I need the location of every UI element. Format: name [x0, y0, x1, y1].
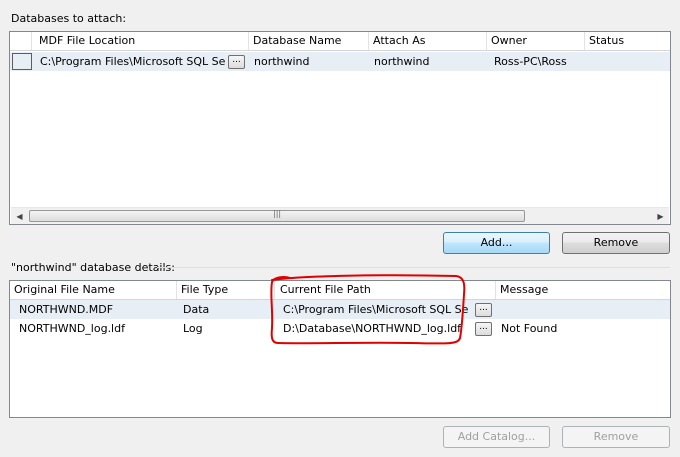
- red-annotation-circle: [270, 274, 466, 345]
- col-database-name[interactable]: Database Name: [249, 32, 369, 50]
- databases-to-attach-label: Databases to attach:: [11, 12, 127, 25]
- browse-path-button[interactable]: ...: [475, 303, 492, 317]
- remove-catalog-button[interactable]: Remove: [562, 426, 670, 448]
- cell-message: Not Found: [501, 322, 558, 335]
- cell-status: [586, 52, 670, 71]
- col-original-file-name[interactable]: Original File Name: [10, 281, 177, 299]
- table-row[interactable]: C:\Program Files\Microsoft SQL Ser... ..…: [10, 52, 670, 71]
- browse-path-button[interactable]: ...: [475, 322, 492, 336]
- section-separator: [157, 267, 670, 268]
- remove-button[interactable]: Remove: [562, 232, 670, 254]
- scroll-left-arrow-icon[interactable]: ◀: [11, 208, 28, 224]
- cell-original-file-name[interactable]: NORTHWND.MDF: [15, 300, 175, 319]
- database-details-label: "northwind" database details:: [11, 261, 175, 274]
- col-owner[interactable]: Owner: [487, 32, 585, 50]
- browse-mdf-button[interactable]: ...: [228, 55, 245, 69]
- databases-grid[interactable]: MDF File Location Database Name Attach A…: [9, 31, 671, 225]
- cell-database-name[interactable]: northwind: [250, 52, 368, 71]
- cell-mdf-location[interactable]: C:\Program Files\Microsoft SQL Ser...: [36, 52, 226, 71]
- add-catalog-button[interactable]: Add Catalog...: [443, 426, 550, 448]
- cell-attach-as[interactable]: northwind: [370, 52, 486, 71]
- add-button[interactable]: Add...: [443, 232, 550, 254]
- scroll-right-arrow-icon[interactable]: ▶: [652, 208, 669, 224]
- col-message[interactable]: Message: [496, 281, 670, 299]
- col-mdf-file-location[interactable]: MDF File Location: [32, 32, 249, 50]
- row-selector[interactable]: [12, 53, 32, 70]
- databases-grid-header: MDF File Location Database Name Attach A…: [10, 32, 670, 51]
- grip-icon: |||: [273, 209, 282, 218]
- row-header-corner: [10, 32, 32, 50]
- col-status[interactable]: Status: [585, 32, 670, 50]
- cell-owner[interactable]: Ross-PC\Ross: [490, 52, 585, 71]
- horizontal-scrollbar[interactable]: ◀ ||| ▶: [11, 207, 669, 224]
- scrollbar-thumb[interactable]: |||: [29, 209, 525, 222]
- cell-original-file-name[interactable]: NORTHWND_log.ldf: [15, 319, 175, 338]
- cell-message: [497, 300, 667, 319]
- col-attach-as[interactable]: Attach As: [369, 32, 487, 50]
